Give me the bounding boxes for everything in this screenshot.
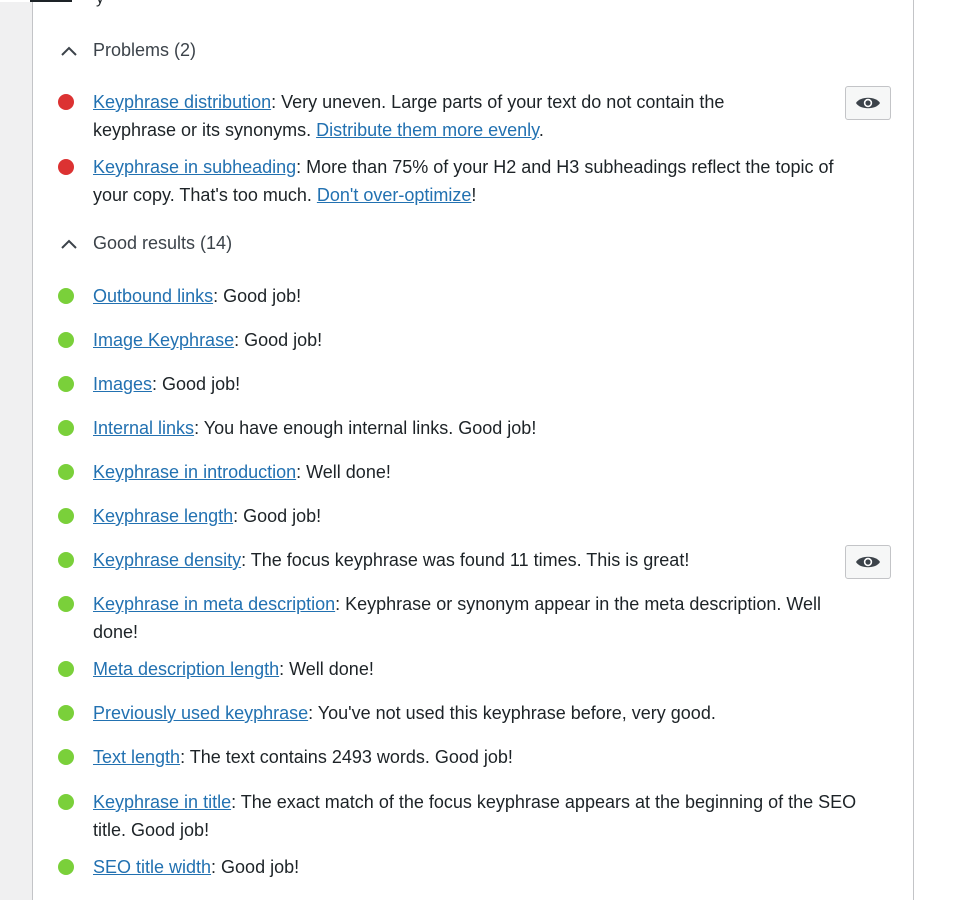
good-text: Keyphrase length: Good job!: [93, 502, 858, 530]
good-description: : Good job!: [211, 857, 300, 877]
green-bullet-icon: [58, 794, 74, 810]
red-bullet-icon: [58, 94, 74, 110]
problem-text: Keyphrase in subheading: More than 75% o…: [93, 153, 858, 209]
problem-fix-link[interactable]: Distribute them more evenly: [316, 120, 539, 140]
good-text: Keyphrase density: The focus keyphrase w…: [93, 546, 858, 574]
problem-tail: !: [471, 185, 477, 205]
good-text: Keyphrase in introduction: Well done!: [93, 458, 858, 486]
good-text: Previously used keyphrase: You've not us…: [93, 699, 858, 727]
problem-text: Keyphrase distribution: Very uneven. Lar…: [93, 88, 793, 144]
good-text: Text length: The text contains 2493 word…: [93, 743, 858, 771]
eye-icon: [856, 97, 880, 109]
problems-section-toggle[interactable]: Problems (2): [58, 40, 196, 61]
good-description: : The text contains 2493 words. Good job…: [180, 747, 513, 767]
problems-header: Problems (2): [93, 40, 197, 60]
green-bullet-icon: [58, 859, 74, 875]
good-results-section-toggle[interactable]: Good results (14): [58, 233, 232, 254]
green-bullet-icon: [58, 661, 74, 677]
good-item: Image Keyphrase: Good job!: [58, 326, 858, 354]
chevron-up-icon: [61, 239, 77, 249]
good-text: Keyphrase in meta description: Keyphrase…: [93, 590, 863, 646]
cut-off-heading-glyph: y: [96, 0, 104, 8]
good-text: SEO title width: Good job!: [93, 853, 858, 881]
good-description: : Good job!: [234, 330, 323, 350]
good-link[interactable]: Text length: [93, 747, 180, 767]
good-item: Previously used keyphrase: You've not us…: [58, 699, 858, 727]
good-item: SEO title width: Good job!: [58, 853, 858, 881]
good-link[interactable]: Meta description length: [93, 659, 279, 679]
problem-item-keyphrase-distribution: Keyphrase distribution: Very uneven. Lar…: [58, 88, 858, 144]
good-item: Meta description length: Well done!: [58, 655, 858, 683]
green-bullet-icon: [58, 552, 74, 568]
problem-link[interactable]: Keyphrase distribution: [93, 92, 271, 112]
good-link[interactable]: Keyphrase length: [93, 506, 233, 526]
good-text: Keyphrase in title: The exact match of t…: [93, 788, 858, 844]
good-description: : The focus keyphrase was found 11 times…: [241, 550, 690, 570]
good-link[interactable]: Keyphrase density: [93, 550, 241, 570]
problem-fix-link[interactable]: Don't over-optimize: [317, 185, 472, 205]
good-text: Internal links: You have enough internal…: [93, 414, 858, 442]
good-item: Keyphrase in meta description: Keyphrase…: [58, 590, 858, 646]
good-item: Internal links: You have enough internal…: [58, 414, 858, 442]
good-item: Keyphrase length: Good job!: [58, 502, 858, 530]
good-link[interactable]: Keyphrase in meta description: [93, 594, 335, 614]
problem-link[interactable]: Keyphrase in subheading: [93, 157, 296, 177]
good-item: Keyphrase in title: The exact match of t…: [58, 788, 858, 844]
good-link[interactable]: Outbound links: [93, 286, 213, 306]
good-text: Images: Good job!: [93, 370, 858, 398]
green-bullet-icon: [58, 705, 74, 721]
good-item: Text length: The text contains 2493 word…: [58, 743, 858, 771]
good-link[interactable]: Internal links: [93, 418, 194, 438]
green-bullet-icon: [58, 596, 74, 612]
green-bullet-icon: [58, 749, 74, 765]
green-bullet-icon: [58, 332, 74, 348]
good-link[interactable]: SEO title width: [93, 857, 211, 877]
good-description: : Well done!: [296, 462, 391, 482]
good-text: Meta description length: Well done!: [93, 655, 858, 683]
good-text: Outbound links: Good job!: [93, 282, 858, 310]
good-description: : Good job!: [213, 286, 302, 306]
good-link[interactable]: Images: [93, 374, 152, 394]
top-dark-bar: [30, 0, 72, 2]
green-bullet-icon: [58, 464, 74, 480]
green-bullet-icon: [58, 376, 74, 392]
good-description: : Good job!: [233, 506, 322, 526]
good-link[interactable]: Image Keyphrase: [93, 330, 234, 350]
good-results-header: Good results (14): [93, 233, 233, 253]
green-bullet-icon: [58, 288, 74, 304]
good-text: Image Keyphrase: Good job!: [93, 326, 858, 354]
good-description: : You've not used this keyphrase before,…: [308, 703, 716, 723]
good-description: : Well done!: [279, 659, 374, 679]
good-link[interactable]: Keyphrase in introduction: [93, 462, 296, 482]
highlight-eye-button[interactable]: [845, 86, 891, 120]
good-description: : Good job!: [152, 374, 241, 394]
green-bullet-icon: [58, 508, 74, 524]
right-edge: [914, 0, 964, 900]
good-description: : You have enough internal links. Good j…: [194, 418, 537, 438]
good-item: Outbound links: Good job!: [58, 282, 858, 310]
red-bullet-icon: [58, 159, 74, 175]
good-link[interactable]: Previously used keyphrase: [93, 703, 308, 723]
good-item: Keyphrase in introduction: Well done!: [58, 458, 858, 486]
good-link[interactable]: Keyphrase in title: [93, 792, 231, 812]
good-item: Keyphrase density: The focus keyphrase w…: [58, 546, 858, 574]
problem-item-keyphrase-subheading: Keyphrase in subheading: More than 75% o…: [58, 153, 858, 209]
good-item: Images: Good job!: [58, 370, 858, 398]
problem-tail: .: [538, 120, 544, 140]
eye-icon: [856, 556, 880, 568]
green-bullet-icon: [58, 420, 74, 436]
chevron-up-icon: [61, 46, 77, 56]
highlight-eye-button[interactable]: [845, 545, 891, 579]
